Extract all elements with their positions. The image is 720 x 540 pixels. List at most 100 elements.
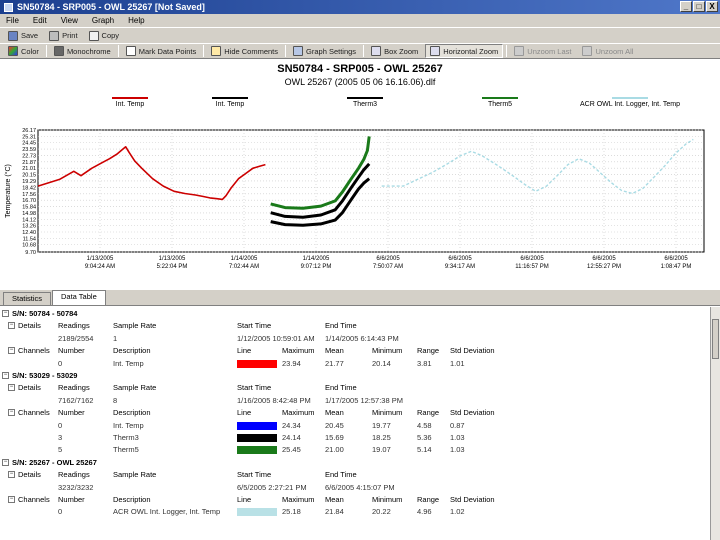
std-dev-header: Std Deviation <box>450 346 495 356</box>
readings-value: 2189/2554 <box>58 333 94 343</box>
channel-range: 5.14 <box>417 445 432 455</box>
mark-data-points-button[interactable]: Mark Data Points <box>122 44 201 58</box>
details-expand-toggle[interactable]: − <box>8 322 15 330</box>
monochrome-icon <box>53 46 64 56</box>
temperature-chart[interactable]: 26.1725.3124.4523.5922.7321.8721.0120.15… <box>0 60 720 288</box>
range-header: Range <box>417 495 440 504</box>
channels-header-row: − Channels Number Description Line Maximum Mea… <box>0 495 710 505</box>
save-label: Save <box>21 31 39 40</box>
readings-value: 7162/7162 <box>58 395 94 405</box>
std-dev-header: Std Deviation <box>450 408 495 418</box>
y-tick-label: 14.98 <box>22 211 36 217</box>
copy-button[interactable]: Copy <box>85 29 124 43</box>
range-header: Range <box>417 346 440 356</box>
copy-icon <box>88 30 99 41</box>
menu-view[interactable]: View <box>61 16 78 25</box>
device-expand-toggle[interactable]: − <box>2 372 9 379</box>
maximize-button[interactable]: □ <box>693 1 705 12</box>
mean-header: Mean <box>325 346 344 356</box>
unzoom-last-button[interactable]: Unzoom Last <box>510 44 575 58</box>
x-tick-label-date: 6/6/2005 <box>376 256 400 262</box>
scrollbar-thumb[interactable] <box>712 319 719 359</box>
channel-line-color-swatch[interactable] <box>237 434 277 442</box>
channel-row: 0 Int. Temp 23.94 21.77 20.14 3.81 1.01 <box>0 359 710 369</box>
x-tick-label-date: 1/13/2005 <box>159 256 186 262</box>
channel-range: 4.96 <box>417 507 432 517</box>
hide-comments-button[interactable]: Hide Comments <box>207 44 282 58</box>
readings-value: 3232/3232 <box>58 482 94 492</box>
end-time-header: End Time <box>325 321 357 331</box>
menu-edit[interactable]: Edit <box>33 16 47 25</box>
y-tick-label: 9.70 <box>25 250 36 256</box>
device-row: − S/N: 53029 - 53029 <box>0 371 710 381</box>
start-time-value: 1/12/2005 10:59:01 AM <box>237 333 315 343</box>
readings-header: Readings <box>58 321 90 331</box>
x-tick-label-time: 7:50:07 AM <box>373 264 403 270</box>
unzoom-all-button[interactable]: Unzoom All <box>578 44 637 58</box>
x-tick-label-date: 1/13/2005 <box>87 256 114 262</box>
menu-file[interactable]: File <box>6 16 19 25</box>
vertical-scrollbar[interactable] <box>710 307 720 540</box>
details-label: Details <box>18 383 41 393</box>
channels-expand-toggle[interactable]: − <box>8 347 15 355</box>
channel-std-deviation: 1.01 <box>450 358 465 368</box>
details-value-row: 7162/7162 8 1/16/2005 8:42:48 PM 1/17/2005 … <box>0 396 710 406</box>
save-button[interactable]: Save <box>4 29 42 43</box>
channels-expand-toggle[interactable]: − <box>8 409 15 417</box>
x-tick-label-date: 6/6/2005 <box>448 256 472 262</box>
tab-statistics[interactable]: Statistics <box>3 292 52 305</box>
print-label: Print <box>62 31 78 40</box>
monochrome-label: Monochrome <box>66 46 111 56</box>
x-tick-label-date: 6/6/2005 <box>664 256 688 262</box>
number-header: Number <box>58 346 85 356</box>
menu-help[interactable]: Help <box>128 16 144 25</box>
description-header: Description <box>113 408 151 418</box>
box-zoom-button[interactable]: Box Zoom <box>367 44 422 58</box>
comments-icon <box>211 46 222 56</box>
channel-range: 4.58 <box>417 420 432 430</box>
graph-settings-button[interactable]: Graph Settings <box>289 44 360 58</box>
horizontal-zoom-button[interactable]: Horizontal Zoom <box>425 44 504 58</box>
channel-line-color-swatch[interactable] <box>237 508 277 517</box>
channel-std-deviation: 1.03 <box>450 445 465 455</box>
channel-line-color-swatch[interactable] <box>237 359 277 368</box>
tab-data-table[interactable]: Data Table <box>52 290 106 305</box>
sample-rate-header: Sample Rate <box>113 321 157 331</box>
sample-rate-header: Sample Rate <box>113 470 157 480</box>
menu-graph[interactable]: Graph <box>92 16 114 25</box>
details-expand-toggle[interactable]: − <box>8 384 15 392</box>
graph-panel[interactable]: SN50784 - SRP005 - OWL 25267 OWL 25267 (… <box>0 60 720 288</box>
box-zoom-icon <box>371 46 382 56</box>
print-button[interactable]: Print <box>45 29 81 43</box>
channels-label: Channels <box>18 408 50 418</box>
y-tick-label: 24.45 <box>22 141 36 147</box>
channel-line-color-swatch[interactable] <box>237 421 277 430</box>
details-value-row: 3232/3232 6/5/2005 2:27:21 PM 6/6/2005 4:1… <box>0 483 710 493</box>
device-expand-toggle[interactable]: − <box>2 310 9 317</box>
details-expand-toggle[interactable]: − <box>8 471 15 479</box>
graph-settings-icon <box>293 46 304 56</box>
minimize-button[interactable]: _ <box>680 1 692 12</box>
y-tick-label: 26.17 <box>22 128 36 134</box>
y-tick-label: 13.26 <box>22 224 36 230</box>
channels-expand-toggle[interactable]: − <box>8 496 15 503</box>
start-time-value: 1/16/2005 8:42:48 PM <box>237 395 311 405</box>
monochrome-button[interactable]: Monochrome <box>50 44 115 58</box>
y-tick-label: 17.56 <box>22 192 36 198</box>
menu-bar: File Edit View Graph Help <box>0 14 720 27</box>
channel-std-deviation: 1.03 <box>450 433 465 442</box>
toolbar-separator <box>45 45 47 57</box>
color-button[interactable]: Color <box>4 44 43 58</box>
x-tick-label-date: 1/14/2005 <box>303 256 330 262</box>
channel-mean: 21.77 <box>325 358 344 368</box>
details-value-row: 2189/2554 1 1/12/2005 10:59:01 AM 1/14/2005… <box>0 334 710 344</box>
details-label: Details <box>18 321 41 331</box>
sample-rate-value: 8 <box>113 395 118 405</box>
channel-line-color-swatch[interactable] <box>237 446 277 455</box>
device-expand-toggle[interactable]: − <box>2 458 9 466</box>
device-row: − S/N: 50784 - 50784 <box>0 309 710 319</box>
save-icon <box>8 30 18 41</box>
minimum-header: Minimum <box>372 346 403 356</box>
y-tick-label: 12.40 <box>22 230 36 236</box>
close-button[interactable]: X <box>706 1 718 12</box>
